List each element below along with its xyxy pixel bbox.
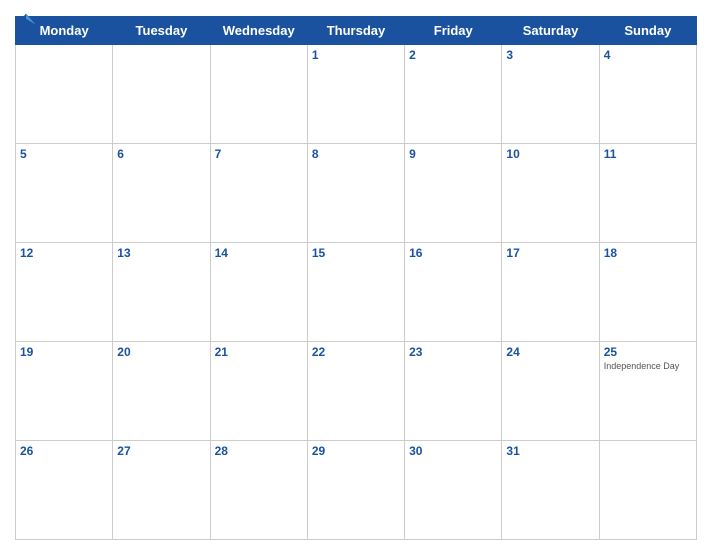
weekday-header-thursday: Thursday — [307, 17, 404, 45]
weekday-header-friday: Friday — [405, 17, 502, 45]
calendar-cell: 24 — [502, 342, 599, 441]
day-number: 5 — [20, 147, 108, 161]
calendar-cell: 17 — [502, 243, 599, 342]
day-number: 31 — [506, 444, 594, 458]
calendar-cell: 18 — [599, 243, 696, 342]
calendar-cell: 31 — [502, 441, 599, 540]
calendar-cell: 16 — [405, 243, 502, 342]
day-number: 28 — [215, 444, 303, 458]
week-row-4: 19 20 21 22 23 24 25 Independence Day — [16, 342, 697, 441]
day-number: 24 — [506, 345, 594, 359]
calendar-cell: 1 — [307, 45, 404, 144]
day-number: 18 — [604, 246, 692, 260]
day-number: 25 — [604, 345, 692, 359]
logo — [15, 10, 39, 32]
week-row-2: 56789 10 11 — [16, 144, 697, 243]
calendar-cell: 6 — [113, 144, 210, 243]
calendar-cell — [113, 45, 210, 144]
weekday-header-saturday: Saturday — [502, 17, 599, 45]
calendar-cell: 22 — [307, 342, 404, 441]
day-number: 12 — [20, 246, 108, 260]
calendar-cell: 28 — [210, 441, 307, 540]
calendar-cell: 19 — [16, 342, 113, 441]
day-number: 3 — [506, 48, 594, 62]
calendar-cell: 30 — [405, 441, 502, 540]
day-number: 27 — [117, 444, 205, 458]
calendar-cell: 27 — [113, 441, 210, 540]
weekday-header-row: MondayTuesdayWednesdayThursdayFridaySatu… — [16, 17, 697, 45]
day-number: 1 — [312, 48, 400, 62]
day-number: 6 — [117, 147, 205, 161]
day-number: 15 — [312, 246, 400, 260]
week-row-1: 1234 — [16, 45, 697, 144]
calendar-cell: 15 — [307, 243, 404, 342]
calendar-cell: 26 — [16, 441, 113, 540]
day-number: 17 — [506, 246, 594, 260]
calendar-cell: 13 — [113, 243, 210, 342]
week-row-3: 12 13 14 15 16 17 18 — [16, 243, 697, 342]
day-number: 11 — [604, 147, 692, 161]
day-number: 21 — [215, 345, 303, 359]
day-number: 9 — [409, 147, 497, 161]
calendar-container: MondayTuesdayWednesdayThursdayFridaySatu… — [0, 0, 712, 550]
calendar-cell: 14 — [210, 243, 307, 342]
calendar-cell: 5 — [16, 144, 113, 243]
calendar-cell: 12 — [16, 243, 113, 342]
calendar-cell: 9 — [405, 144, 502, 243]
day-number: 13 — [117, 246, 205, 260]
calendar-cell — [599, 441, 696, 540]
calendar-cell — [210, 45, 307, 144]
calendar-cell: 21 — [210, 342, 307, 441]
logo-bird-icon — [15, 10, 37, 32]
day-number: 19 — [20, 345, 108, 359]
calendar-cell: 10 — [502, 144, 599, 243]
calendar-cell: 29 — [307, 441, 404, 540]
calendar-cell: 3 — [502, 45, 599, 144]
day-number: 4 — [604, 48, 692, 62]
calendar-cell: 4 — [599, 45, 696, 144]
day-number: 14 — [215, 246, 303, 260]
calendar-cell: 8 — [307, 144, 404, 243]
weekday-header-wednesday: Wednesday — [210, 17, 307, 45]
calendar-table: MondayTuesdayWednesdayThursdayFridaySatu… — [15, 16, 697, 540]
calendar-cell: 23 — [405, 342, 502, 441]
day-number: 22 — [312, 345, 400, 359]
holiday-label: Independence Day — [604, 361, 692, 372]
calendar-cell — [16, 45, 113, 144]
calendar-cell: 20 — [113, 342, 210, 441]
day-number: 10 — [506, 147, 594, 161]
day-number: 29 — [312, 444, 400, 458]
week-row-5: 26 27 28 29 30 31 — [16, 441, 697, 540]
day-number: 26 — [20, 444, 108, 458]
day-number: 30 — [409, 444, 497, 458]
day-number: 20 — [117, 345, 205, 359]
calendar-cell: 25 Independence Day — [599, 342, 696, 441]
day-number: 7 — [215, 147, 303, 161]
calendar-cell: 7 — [210, 144, 307, 243]
day-number: 23 — [409, 345, 497, 359]
calendar-cell: 11 — [599, 144, 696, 243]
day-number: 2 — [409, 48, 497, 62]
weekday-header-sunday: Sunday — [599, 17, 696, 45]
calendar-cell: 2 — [405, 45, 502, 144]
weekday-header-tuesday: Tuesday — [113, 17, 210, 45]
day-number: 16 — [409, 246, 497, 260]
day-number: 8 — [312, 147, 400, 161]
